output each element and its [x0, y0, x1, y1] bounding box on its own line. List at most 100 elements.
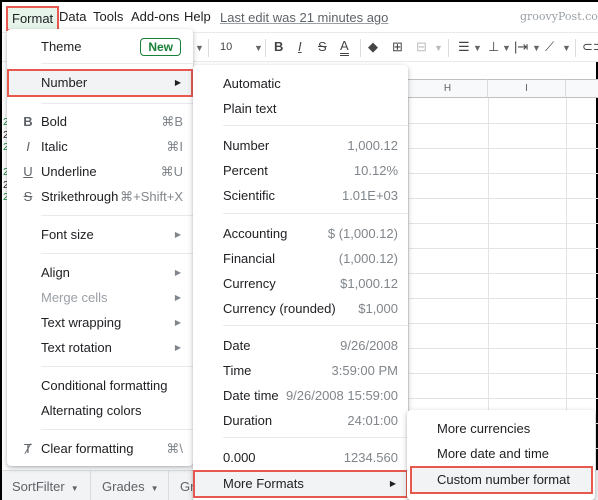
- underline-shortcut: ⌘U: [160, 164, 183, 179]
- number-format-label: Currency: [223, 276, 276, 291]
- text-wrap-icon[interactable]: |⇥: [514, 39, 528, 55]
- menu-item-number-format[interactable]: Accounting $ (1,000.12): [193, 221, 408, 246]
- last-edit-link[interactable]: Last edit was 21 minutes ago: [220, 10, 388, 25]
- menu-item-text-rotation[interactable]: Text rotation ▶: [7, 335, 193, 360]
- menu-item-number-format[interactable]: 0.000 1234.560: [193, 445, 408, 470]
- custom-number-format-label: Custom number format: [437, 472, 570, 487]
- menu-divider: [223, 437, 408, 438]
- column-header-j[interactable]: [566, 79, 598, 98]
- menu-item-conditional-formatting[interactable]: Conditional formatting: [7, 373, 193, 398]
- menu-item-number-format[interactable]: Duration 24:01:00: [193, 408, 408, 433]
- menu-item-bold[interactable]: B Bold ⌘B: [7, 109, 193, 134]
- number-format-example: 9/26/2008: [340, 338, 398, 353]
- menu-item-number-format[interactable]: Financial (1,000.12): [193, 246, 408, 271]
- font-size-select[interactable]: 10: [220, 41, 232, 53]
- grid-row-line: [402, 223, 598, 224]
- grid-row-line: [402, 323, 598, 324]
- menu-item-strikethrough[interactable]: S Strikethrough ⌘+Shift+X: [7, 184, 193, 209]
- menu-item-number-format[interactable]: Number 1,000.12: [193, 133, 408, 158]
- align-label: Align: [41, 265, 70, 280]
- merge-cells-icon[interactable]: ⊟: [416, 39, 427, 55]
- merge-cells-label: Merge cells: [41, 290, 108, 305]
- chevron-down-icon[interactable]: ▼: [71, 484, 79, 493]
- submenu-arrow-icon: ▶: [389, 479, 396, 488]
- sheet-tab-label: SortFilter: [12, 479, 65, 494]
- font-size-caret-icon[interactable]: ▼: [254, 43, 263, 53]
- menu-item-number-format[interactable]: Percent 10.12%: [193, 158, 408, 183]
- submenu-arrow-icon: ▶: [174, 343, 181, 352]
- menubar: Format Data Tools Add-ons Help Last edit…: [2, 2, 598, 32]
- number-format-label: Financial: [223, 251, 276, 266]
- sheet-tab-divider: [168, 471, 169, 500]
- more-formats-label: More Formats: [223, 476, 304, 491]
- number-format-label: Duration: [223, 413, 273, 428]
- menu-item-number-format[interactable]: Time 3:59:00 PM: [193, 358, 408, 383]
- valign-caret-icon[interactable]: ▼: [502, 43, 511, 53]
- menu-item-underline[interactable]: U Underline ⌘U: [7, 159, 193, 184]
- new-badge: New: [140, 38, 181, 56]
- menu-item-text-wrapping[interactable]: Text wrapping ▶: [7, 310, 193, 335]
- column-header-h[interactable]: H: [408, 79, 488, 98]
- number-format-example: 10.12%: [353, 163, 398, 178]
- menu-item-alternating-colors[interactable]: Alternating colors: [7, 398, 193, 423]
- menu-item-number-format[interactable]: Automatic: [193, 71, 408, 96]
- horizontal-align-icon[interactable]: ☰: [458, 39, 470, 55]
- grid-row-line: [402, 173, 598, 174]
- menu-item-number-format[interactable]: Currency $1,000.12: [193, 271, 408, 296]
- menu-item-number-format[interactable]: Scientific 1.01E+03: [193, 183, 408, 208]
- menu-item-italic[interactable]: I Italic ⌘I: [7, 134, 193, 159]
- menu-divider: [41, 103, 193, 104]
- vertical-align-icon[interactable]: ⊥: [488, 39, 499, 55]
- wrap-caret-icon[interactable]: ▼: [532, 43, 541, 53]
- number-format-label: Automatic: [223, 76, 281, 91]
- menu-help[interactable]: Help: [184, 9, 211, 24]
- brand-watermark: groovyPost.com: [520, 10, 598, 23]
- menu-item-align[interactable]: Align ▶: [7, 260, 193, 285]
- text-rotation-icon[interactable]: ⟋: [545, 39, 554, 55]
- bold-button[interactable]: B: [274, 39, 283, 54]
- sheet-tab-grades[interactable]: Grades ▼: [102, 479, 159, 494]
- strikethrough-label: Strikethrough: [41, 189, 119, 204]
- sheet-tab-sortfilter[interactable]: SortFilter ▼: [12, 479, 79, 494]
- italic-button[interactable]: I: [298, 39, 302, 54]
- rotation-caret-icon[interactable]: ▼: [562, 43, 571, 53]
- menu-item-number-format[interactable]: Plain text: [193, 96, 408, 121]
- menu-item-number-format[interactable]: Currency (rounded) $1,000: [193, 296, 408, 321]
- grid-row-line: [402, 273, 598, 274]
- column-header-i[interactable]: I: [488, 79, 566, 98]
- number-format-label: Date time: [223, 388, 279, 403]
- menu-item-font-size[interactable]: Font size ▶: [7, 222, 193, 247]
- number-format-label: Currency (rounded): [223, 301, 336, 316]
- menu-item-number-format[interactable]: Date 9/26/2008: [193, 333, 408, 358]
- menu-item-custom-number-format[interactable]: Custom number format: [410, 466, 593, 494]
- number-format-example: 1,000.12: [347, 138, 398, 153]
- menu-item-clear-formatting[interactable]: Ⱦ Clear formatting ⌘\: [7, 436, 193, 461]
- menu-item-more-currencies[interactable]: More currencies: [407, 416, 595, 441]
- menu-item-more-formats[interactable]: More Formats ▶: [193, 470, 408, 498]
- merge-caret-icon[interactable]: ▼: [434, 43, 443, 53]
- menu-tools[interactable]: Tools: [93, 9, 123, 24]
- menu-addons[interactable]: Add-ons: [131, 9, 179, 24]
- menu-data[interactable]: Data: [59, 9, 86, 24]
- strikethrough-button[interactable]: S: [318, 39, 327, 54]
- grid-row-line: [402, 298, 598, 299]
- menu-item-more-date-time-formats[interactable]: More date and time formats: [407, 441, 595, 486]
- menu-divider: [223, 213, 408, 214]
- number-format-example: $ (1,000.12): [327, 226, 398, 241]
- menu-item-number-format[interactable]: Date time 9/26/2008 15:59:00: [193, 383, 408, 408]
- font-dropdown-caret-icon[interactable]: ▼: [195, 43, 204, 53]
- text-color-button[interactable]: A: [340, 39, 349, 56]
- menu-divider: [41, 429, 193, 430]
- menu-divider: [41, 253, 193, 254]
- grid-row-line: [402, 248, 598, 249]
- menu-item-number[interactable]: Number ▶: [7, 69, 193, 97]
- borders-icon[interactable]: ⊞: [392, 39, 403, 55]
- fill-color-icon[interactable]: ◆: [368, 39, 378, 55]
- alternating-colors-label: Alternating colors: [41, 403, 142, 418]
- grid-row-line: [402, 148, 598, 149]
- menu-item-theme[interactable]: Theme New: [7, 34, 193, 59]
- link-icon[interactable]: ⊂⊃: [582, 39, 598, 55]
- halign-caret-icon[interactable]: ▼: [473, 43, 482, 53]
- chevron-down-icon[interactable]: ▼: [151, 484, 159, 493]
- menu-format[interactable]: Format: [6, 6, 60, 31]
